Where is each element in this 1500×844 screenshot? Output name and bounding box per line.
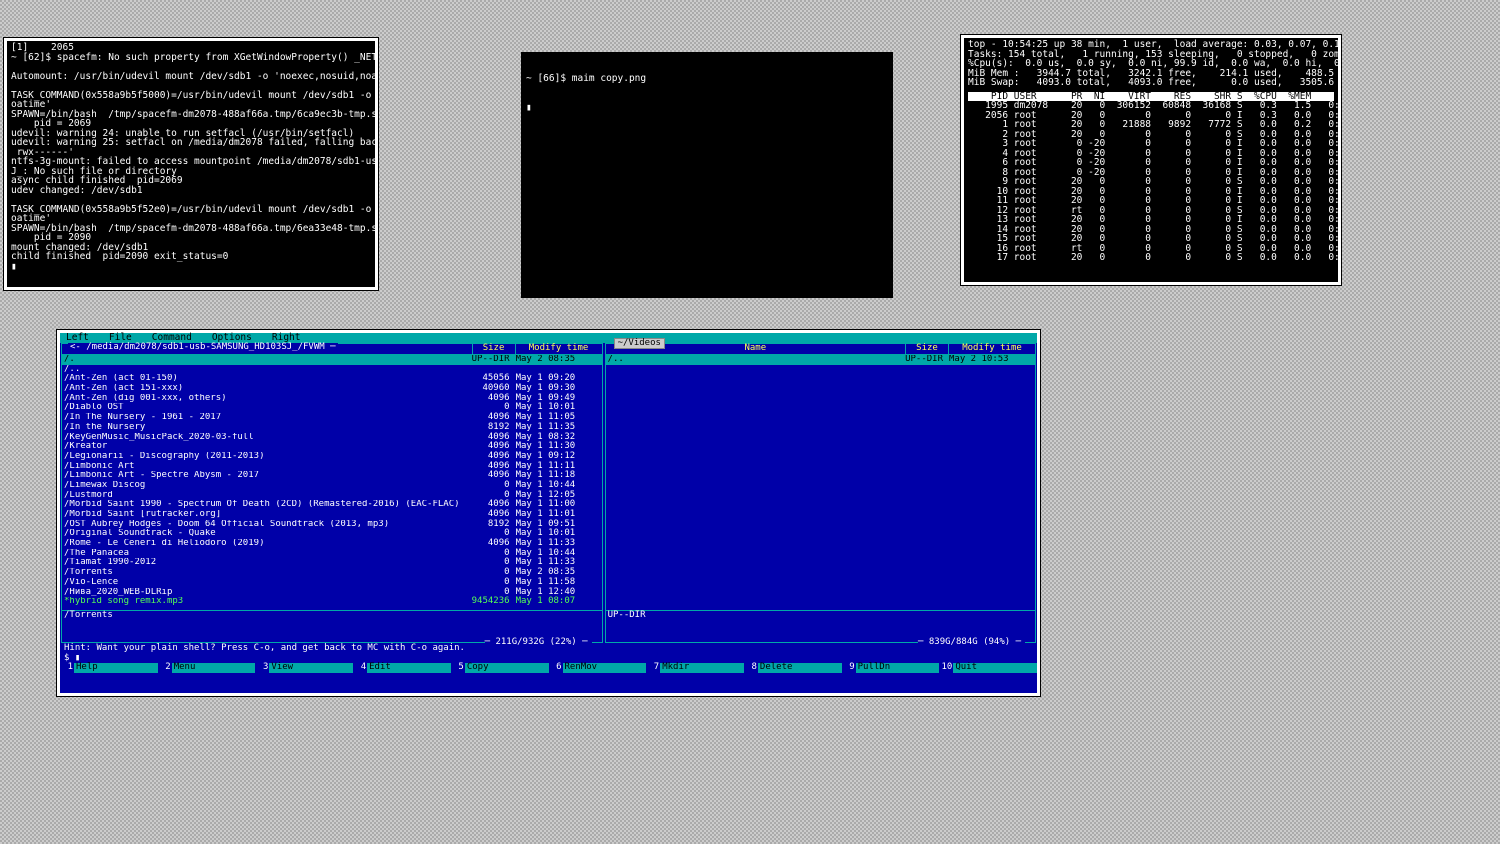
terminal-spacefm-log[interactable]: [1] 2065 ~ [62]$ spacefm: No such proper… <box>4 38 378 290</box>
top-process-row[interactable]: 17 root 20 0 0 0 0 S 0.0 0.0 0:00.01 kso… <box>968 253 1334 263</box>
mc-left-path: <- /media/dm2078/sdb1-usb-SAMSUNG_HD103S… <box>68 343 338 352</box>
mc-fkey-copy[interactable]: 5Copy <box>451 663 549 673</box>
mc-right-path: ~/Videos <box>614 338 665 349</box>
mc-left-file-list[interactable]: /.UP--DIRMay 2 08:35/../Ant-Zen (act 01-… <box>62 355 602 605</box>
mc-file-row[interactable]: *hybrid song remix.mp39454236May 1 08:07 <box>62 597 602 605</box>
mc-fkey-renmov[interactable]: 6RenMov <box>549 663 647 673</box>
mc-left-mini-status: /Torrents <box>62 610 602 623</box>
mc-left-disk-usage: ─ 211G/932G (22%) ─ <box>485 638 592 647</box>
mc-right-disk-usage: ─ 839G/884G (94%) ─ <box>918 638 1025 647</box>
mc-fkey-delete[interactable]: 8Delete <box>744 663 842 673</box>
mc-fkey-menu[interactable]: 2Menu <box>158 663 256 673</box>
terminal-top[interactable]: top - 10:54:25 up 38 min, 1 user, load a… <box>961 35 1341 285</box>
mc-fkey-mkdir[interactable]: 7Mkdir <box>646 663 744 673</box>
mc-fkey-view[interactable]: 3View <box>255 663 353 673</box>
mc-function-keys[interactable]: 1Help2Menu3View4Edit5Copy6RenMov7Mkdir8D… <box>60 663 1037 673</box>
mc-file-row[interactable]: /.UP--DIRMay 2 08:35 <box>62 355 602 365</box>
mc-fkey-pulldn[interactable]: 9PullDn <box>842 663 940 673</box>
mc-file-row[interactable]: /..UP--DIRMay 2 10:53 <box>606 355 1035 365</box>
mc-right-panel[interactable]: ~/Videos Name Size Modify time /..UP--DI… <box>605 343 1036 643</box>
mc-fkey-help[interactable]: 1Help <box>60 663 158 673</box>
mc-fkey-edit[interactable]: 4Edit <box>353 663 451 673</box>
mc-right-mini-status: UP--DIR <box>606 610 1035 623</box>
mc-left-panel[interactable]: <- /media/dm2078/sdb1-usb-SAMSUNG_HD103S… <box>61 343 603 643</box>
mc-shell-prompt[interactable]: $ ▮ <box>60 654 1037 663</box>
midnight-commander-window[interactable]: LeftFileCommandOptionsRight <- /media/dm… <box>57 330 1040 696</box>
terminal-maim[interactable]: ~ [66]$ maim copy.png ▮ <box>522 53 892 297</box>
terminal-cursor: ▮ <box>526 103 888 113</box>
terminal-prompt-line: ~ [66]$ maim copy.png <box>526 74 888 84</box>
col-mtime: Modify time <box>949 344 1035 354</box>
mc-fkey-quit[interactable]: 10Quit <box>939 663 1037 673</box>
top-header-line: MiB Swap: 4093.0 total, 4093.0 free, 0.0… <box>968 78 1334 88</box>
col-size: Size <box>906 344 949 354</box>
col-size: Size <box>473 344 516 354</box>
col-mtime: Modify time <box>516 344 602 354</box>
mc-right-columns: Name Size Modify time <box>606 344 1035 355</box>
mc-right-file-list[interactable]: /..UP--DIRMay 2 10:53 <box>606 355 1035 605</box>
